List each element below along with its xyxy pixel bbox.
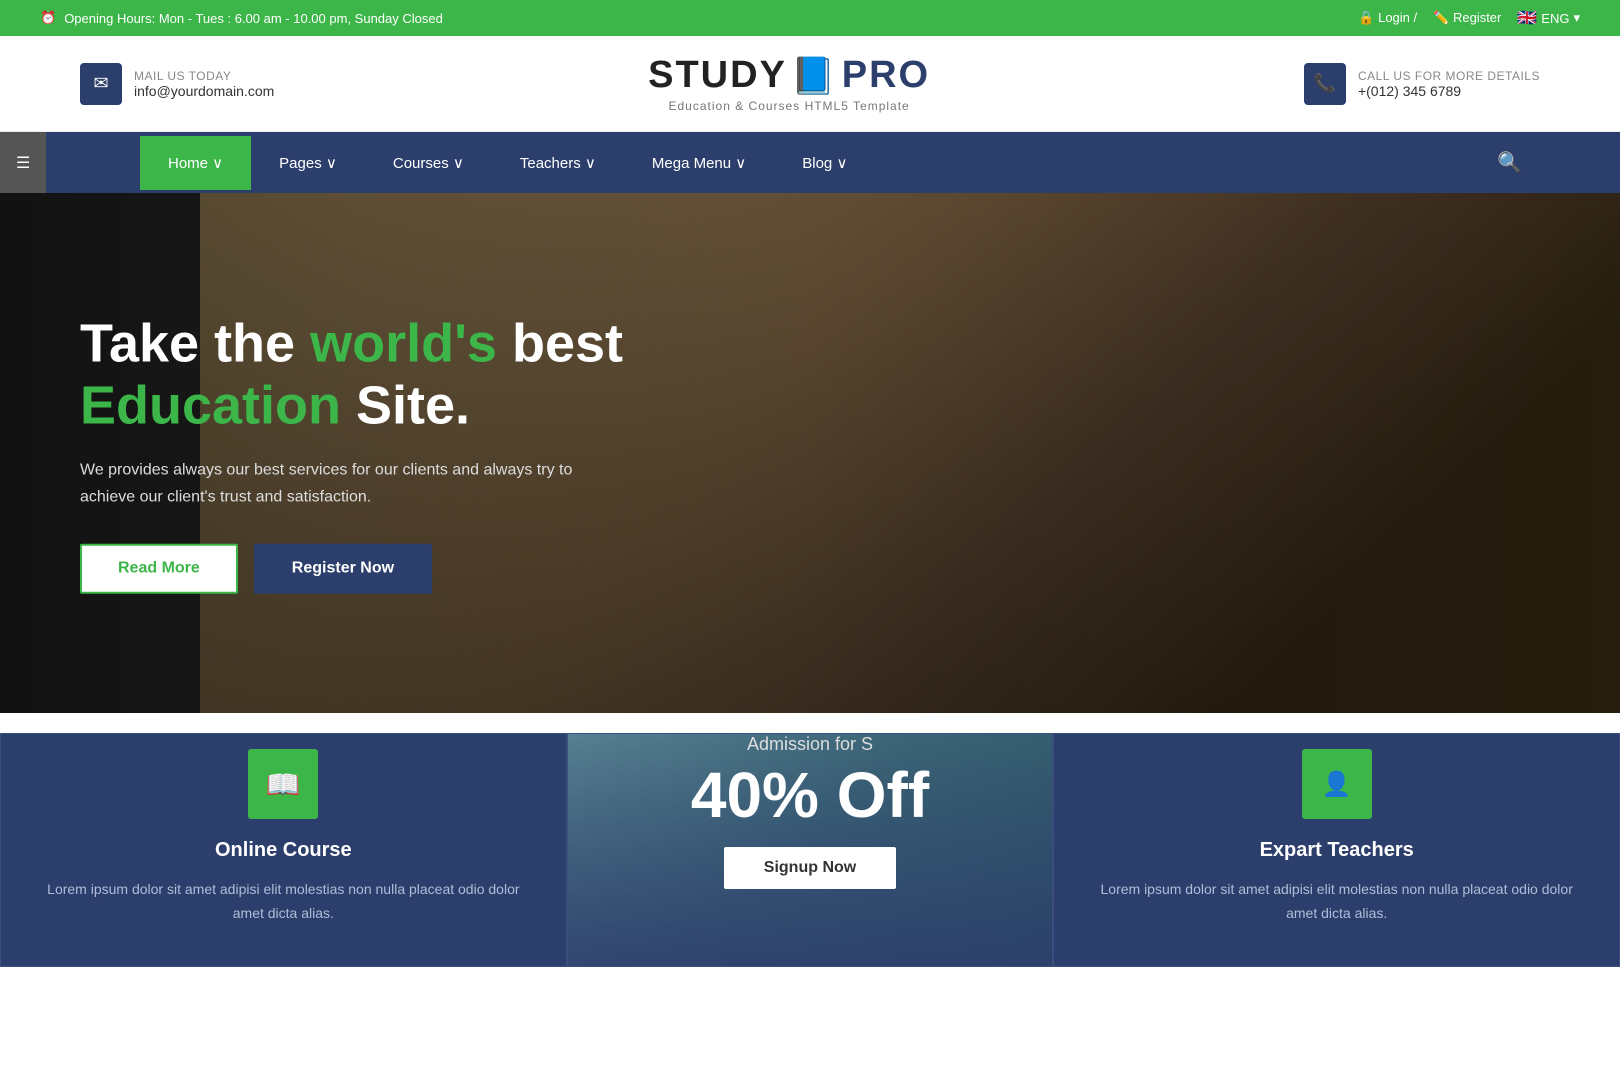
nav-toggle-button[interactable]: ☰ — [0, 132, 46, 193]
top-bar-right: 🔒 Login / ✏️ Register 🇬🇧 ENG ▾ — [1358, 8, 1580, 28]
book-icon: 📘 — [791, 55, 838, 97]
hero-title-line2-end: Site. — [341, 376, 470, 436]
mail-icon: ✉ — [80, 63, 122, 105]
top-bar: ⏰ Opening Hours: Mon - Tues : 6.00 am - … — [0, 0, 1620, 36]
language-selector[interactable]: 🇬🇧 ENG ▾ — [1517, 8, 1580, 28]
site-header: ✉ MAIL US TODAY info@yourdomain.com STUD… — [0, 36, 1620, 132]
nav-item-teachers[interactable]: Teachers ∨ — [492, 136, 624, 190]
promo-card: Admission for S 40% Off Signup Now — [567, 733, 1054, 967]
register-link[interactable]: ✏️ Register — [1433, 10, 1501, 26]
read-more-button[interactable]: Read More — [80, 543, 238, 593]
edit-icon: ✏️ — [1433, 10, 1449, 25]
hero-content: Take the world's best Education Site. We… — [80, 313, 623, 594]
expert-teachers-icon: 👤 — [1302, 749, 1372, 819]
main-navbar: ☰ Home ∨ Pages ∨ Courses ∨ Teachers ∨ Me… — [0, 132, 1620, 193]
hero-subtitle: We provides always our best services for… — [80, 457, 620, 511]
logo-name: STUDY — [648, 54, 787, 97]
nav-item-courses[interactable]: Courses ∨ — [365, 136, 492, 190]
nav-item-mega-menu[interactable]: Mega Menu ∨ — [624, 136, 774, 190]
nav-link-pages[interactable]: Pages ∨ — [251, 136, 365, 190]
chevron-down-icon: ▾ — [1573, 10, 1580, 26]
nav-link-teachers[interactable]: Teachers ∨ — [492, 136, 624, 190]
online-course-title: Online Course — [41, 839, 526, 862]
hero-title-line2-highlight: Education — [80, 376, 341, 436]
nav-item-pages[interactable]: Pages ∨ — [251, 136, 365, 190]
nav-link-mega-menu[interactable]: Mega Menu ∨ — [624, 136, 774, 190]
logo-tagline: Education & Courses HTML5 Template — [648, 99, 930, 113]
online-course-description: Lorem ipsum dolor sit amet adipisi elit … — [41, 878, 526, 926]
nav-item-home[interactable]: Home ∨ — [140, 136, 251, 190]
mail-contact: ✉ MAIL US TODAY info@yourdomain.com — [80, 63, 274, 105]
promo-discount: 40% Off — [568, 763, 1053, 827]
nav-link-blog[interactable]: Blog ∨ — [774, 136, 875, 190]
hero-title-highlight1: world's — [310, 314, 497, 374]
flag-icon: 🇬🇧 — [1517, 8, 1537, 28]
phone-icon: 📞 — [1304, 63, 1346, 105]
hero-section: Take the world's best Education Site. We… — [0, 193, 1620, 713]
expert-teachers-description: Lorem ipsum dolor sit amet adipisi elit … — [1094, 878, 1579, 926]
nav-link-courses[interactable]: Courses ∨ — [365, 136, 492, 190]
logo-pro: PRO — [842, 54, 930, 97]
clock-icon: ⏰ — [40, 10, 56, 26]
search-icon[interactable]: 🔍 — [1479, 132, 1540, 193]
site-logo[interactable]: STUDY 📘 PRO Education & Courses HTML5 Te… — [648, 54, 930, 113]
opening-hours: ⏰ Opening Hours: Mon - Tues : 6.00 am - … — [40, 10, 443, 26]
nav-menu: Home ∨ Pages ∨ Courses ∨ Teachers ∨ Mega… — [140, 136, 1479, 190]
phone-info: CALL US FOR MORE DETAILS +(012) 345 6789 — [1358, 69, 1540, 99]
online-course-icon: 📖 — [248, 749, 318, 819]
features-section: 📖 Online Course Lorem ipsum dolor sit am… — [0, 713, 1620, 967]
mail-info: MAIL US TODAY info@yourdomain.com — [134, 69, 274, 99]
hero-title-part2: best — [497, 314, 623, 374]
hero-title: Take the world's best Education Site. — [80, 313, 623, 437]
promo-label: Admission for S — [568, 734, 1053, 755]
nav-link-home[interactable]: Home ∨ — [140, 136, 251, 190]
nav-item-blog[interactable]: Blog ∨ — [774, 136, 875, 190]
online-course-card: 📖 Online Course Lorem ipsum dolor sit am… — [0, 733, 567, 967]
promo-content: Admission for S 40% Off Signup Now — [568, 734, 1053, 889]
expert-teachers-card: 👤 Expart Teachers Lorem ipsum dolor sit … — [1053, 733, 1620, 967]
register-now-button[interactable]: Register Now — [254, 543, 432, 593]
login-link[interactable]: 🔒 Login / — [1358, 10, 1417, 26]
expert-teachers-title: Expart Teachers — [1094, 839, 1579, 862]
lock-icon: 🔒 — [1358, 10, 1374, 25]
hero-buttons: Read More Register Now — [80, 543, 623, 593]
signup-button[interactable]: Signup Now — [724, 847, 896, 889]
phone-contact: 📞 CALL US FOR MORE DETAILS +(012) 345 67… — [1304, 63, 1540, 105]
hero-title-part1: Take the — [80, 314, 310, 374]
